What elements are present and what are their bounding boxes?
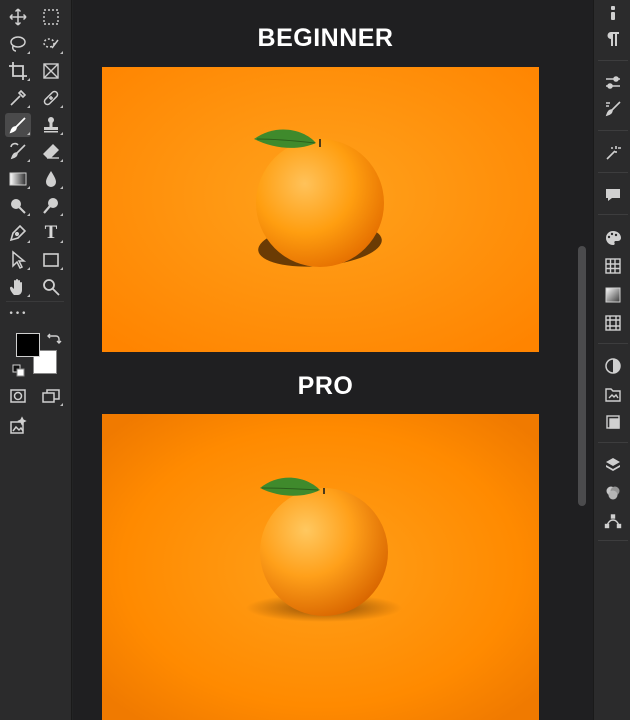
history-panel-icon[interactable] (602, 411, 624, 433)
adjustments-panel-icon[interactable] (602, 72, 624, 94)
canvas-vertical-scrollbar[interactable] (578, 246, 586, 506)
gradient-icon[interactable] (5, 167, 31, 191)
dock-separator (598, 540, 628, 541)
healing-brush-icon[interactable] (38, 86, 64, 110)
pro-canvas-image (102, 414, 539, 720)
frame-icon[interactable] (38, 59, 64, 83)
history-brush-icon[interactable] (5, 140, 31, 164)
info-panel-icon[interactable] (602, 2, 624, 24)
move-tool-icon[interactable] (5, 5, 31, 29)
dock-separator (598, 172, 628, 173)
swatches-panel-icon[interactable] (602, 255, 624, 277)
eraser-icon[interactable] (38, 140, 64, 164)
hand-icon[interactable] (5, 275, 31, 299)
swap-colors-icon[interactable] (46, 331, 62, 345)
lasso-icon[interactable] (5, 32, 31, 56)
beginner-heading: BEGINNER (257, 24, 394, 52)
libraries-panel-icon[interactable] (602, 383, 624, 405)
eyedropper-icon[interactable] (5, 86, 31, 110)
default-colors-icon[interactable] (12, 363, 26, 377)
right-panel-dock (593, 0, 630, 720)
dock-separator (598, 343, 628, 344)
dock-separator (598, 60, 628, 61)
burn-icon[interactable] (38, 194, 64, 218)
dock-separator (598, 130, 628, 131)
foreground-color-swatch[interactable] (16, 333, 40, 357)
type-icon[interactable]: T (38, 221, 64, 245)
discover-panel-icon[interactable] (602, 142, 624, 164)
brush-settings-panel-icon[interactable] (602, 98, 624, 120)
brush-icon[interactable] (5, 113, 31, 137)
quick-selection-icon[interactable] (38, 32, 64, 56)
pen-icon[interactable] (5, 221, 31, 245)
properties-panel-icon[interactable] (602, 355, 624, 377)
rectangle-shape-icon[interactable] (38, 248, 64, 272)
generative-fill-icon[interactable] (5, 414, 31, 438)
dock-separator (598, 214, 628, 215)
more-tools-glyph: ••• (8, 309, 28, 319)
edit-toolbar-icon[interactable]: ••• (5, 302, 31, 326)
dodge-icon[interactable] (5, 194, 31, 218)
patterns-panel-icon[interactable] (602, 312, 624, 334)
color-panel-icon[interactable] (602, 227, 624, 249)
comments-panel-icon[interactable] (602, 184, 624, 206)
clone-stamp-icon[interactable] (38, 113, 64, 137)
pro-heading: PRO (297, 372, 354, 400)
tools-panel: T ••• (0, 0, 72, 720)
zoom-icon[interactable] (38, 275, 64, 299)
channels-panel-icon[interactable] (602, 482, 624, 504)
crop-icon[interactable] (5, 59, 31, 83)
paragraph-panel-icon[interactable] (602, 28, 624, 50)
quick-mask-icon[interactable] (5, 384, 31, 408)
gradients-panel-icon[interactable] (602, 284, 624, 306)
layers-panel-icon[interactable] (602, 454, 624, 476)
screen-mode-icon[interactable] (38, 384, 64, 408)
beginner-canvas-image (102, 67, 539, 352)
paths-panel-icon[interactable] (602, 510, 624, 532)
rectangular-marquee-icon[interactable] (38, 5, 64, 29)
type-tool-glyph: T (44, 222, 58, 243)
blur-icon[interactable] (38, 167, 64, 191)
path-selection-icon[interactable] (5, 248, 31, 272)
dock-separator (598, 442, 628, 443)
